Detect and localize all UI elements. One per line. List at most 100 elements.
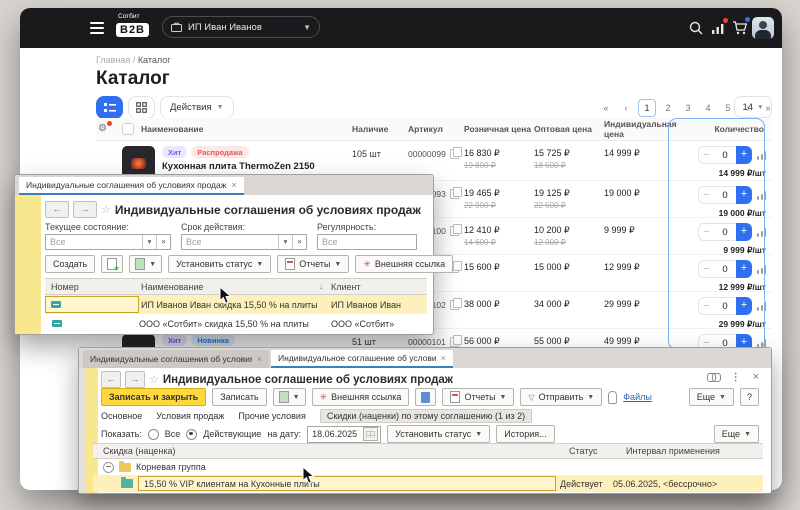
- quantity-value[interactable]: 0: [714, 223, 736, 241]
- col-individual[interactable]: Индивидуальная цена: [594, 119, 686, 139]
- select-all-checkbox[interactable]: [122, 123, 134, 135]
- cart-icon[interactable]: [732, 20, 748, 36]
- history-button[interactable]: История...: [496, 425, 554, 443]
- clear-icon[interactable]: ✕: [292, 235, 306, 249]
- page-prev[interactable]: ‹: [618, 100, 634, 116]
- agreement-name[interactable]: ИП Иванов Иван скидка 15,50 % на плиты: [139, 300, 331, 310]
- copy-icon[interactable]: [450, 149, 459, 159]
- create-group-button[interactable]: [101, 255, 123, 273]
- back-button[interactable]: ←: [45, 201, 69, 218]
- copy-icon[interactable]: [450, 189, 459, 199]
- create-button[interactable]: Создать: [45, 255, 95, 273]
- subtab-main[interactable]: Основное: [101, 411, 142, 421]
- close-icon[interactable]: ×: [257, 354, 262, 364]
- filter-current-state-input[interactable]: Все ▼✕: [45, 234, 171, 250]
- filter-validity-input[interactable]: Все ▼✕: [181, 234, 307, 250]
- quantity-value[interactable]: 0: [714, 186, 736, 204]
- col-qty[interactable]: Количество: [686, 124, 768, 134]
- tab-agreements-list[interactable]: Индивидуальные соглашения об условиях пр…: [83, 350, 269, 368]
- close-icon[interactable]: ×: [441, 353, 446, 363]
- help-button[interactable]: ?: [740, 388, 759, 406]
- sort-desc-icon[interactable]: ↓: [319, 282, 331, 291]
- subtab-other-conditions[interactable]: Прочие условия: [238, 411, 305, 421]
- close-icon[interactable]: ×: [231, 180, 236, 190]
- group-row[interactable]: Корневая группа: [93, 459, 763, 475]
- brand-logo[interactable]: Сотбит B2B: [116, 13, 149, 38]
- calendar-icon[interactable]: [363, 427, 378, 441]
- subtab-discounts[interactable]: Скидки (наценки) по этому соглашению (1 …: [320, 409, 532, 423]
- price-chart-icon[interactable]: [757, 228, 766, 237]
- quantity-stepper[interactable]: −0+: [698, 186, 752, 204]
- kebab-menu-icon[interactable]: ⋮: [731, 372, 741, 383]
- quantity-stepper[interactable]: −0+: [698, 297, 752, 315]
- copy-icon[interactable]: [450, 337, 459, 347]
- discount-name-cell-selected[interactable]: 15,50 % VIP клиентам на Кухонные плиты: [138, 476, 556, 491]
- radio-active[interactable]: [186, 429, 197, 440]
- page-4[interactable]: 4: [700, 100, 716, 116]
- col-discount[interactable]: Скидка (наценка): [93, 446, 569, 456]
- radio-all[interactable]: [148, 429, 159, 440]
- dropdown-icon[interactable]: ▼: [142, 235, 156, 249]
- tab-agreements-list[interactable]: Индивидуальные соглашения об условиях пр…: [19, 177, 244, 195]
- page-2[interactable]: 2: [660, 100, 676, 116]
- copy-icon[interactable]: [450, 226, 459, 236]
- minus-button[interactable]: −: [698, 146, 714, 164]
- copy-icon[interactable]: [450, 300, 459, 310]
- column-settings-button[interactable]: ⚙: [98, 123, 110, 135]
- plus-button[interactable]: +: [736, 146, 752, 164]
- list-view-button[interactable]: [96, 96, 123, 119]
- back-button[interactable]: ←: [101, 371, 121, 388]
- copy-item-button[interactable]: ▼: [129, 255, 162, 273]
- col-retail[interactable]: Розничная цена: [464, 124, 534, 134]
- save-button[interactable]: Записать: [212, 388, 266, 406]
- set-status-button[interactable]: Установить статус▼: [168, 255, 271, 273]
- favorite-star-icon[interactable]: ☆: [149, 373, 159, 386]
- page-3[interactable]: 3: [680, 100, 696, 116]
- quantity-stepper[interactable]: −0+: [698, 260, 752, 278]
- price-chart-icon[interactable]: [757, 265, 766, 274]
- user-avatar[interactable]: [752, 17, 774, 39]
- plus-button[interactable]: +: [736, 260, 752, 278]
- plus-button[interactable]: +: [736, 186, 752, 204]
- agreement-row-selected[interactable]: ИП Иванов Иван скидка 15,50 % на плиты И…: [45, 295, 427, 314]
- more-button[interactable]: Еще▼: [714, 425, 759, 443]
- forward-button[interactable]: →: [125, 371, 145, 388]
- send-button[interactable]: ▽Отправить▼: [520, 388, 602, 406]
- plus-button[interactable]: +: [736, 223, 752, 241]
- quantity-value[interactable]: 0: [714, 146, 736, 164]
- col-client[interactable]: Клиент: [331, 282, 361, 292]
- quantity-value[interactable]: 0: [714, 297, 736, 315]
- minus-button[interactable]: −: [698, 297, 714, 315]
- plus-button[interactable]: +: [736, 297, 752, 315]
- col-status[interactable]: Статус: [569, 446, 626, 456]
- favorite-star-icon[interactable]: ☆: [101, 203, 111, 216]
- dropdown-icon[interactable]: ▼: [278, 235, 292, 249]
- price-chart-icon[interactable]: [757, 191, 766, 200]
- col-number[interactable]: Номер: [45, 282, 141, 292]
- date-input[interactable]: 18.06.2025: [307, 426, 381, 443]
- create-based-button[interactable]: ▼: [273, 388, 306, 406]
- attach-button[interactable]: [415, 388, 436, 406]
- page-1[interactable]: 1: [638, 99, 656, 117]
- external-link-button[interactable]: ✳Внешняя ссылка: [312, 388, 410, 406]
- company-selector[interactable]: ИП Иван Иванов ▼: [162, 16, 320, 38]
- col-stock[interactable]: Наличие: [352, 124, 408, 134]
- paperclip-icon[interactable]: [608, 391, 617, 404]
- price-chart-icon[interactable]: [757, 302, 766, 311]
- quantity-stepper[interactable]: −0+: [698, 146, 752, 164]
- group-name[interactable]: Корневая группа: [136, 462, 206, 472]
- collapse-toggle-icon[interactable]: [103, 462, 114, 473]
- reports-button[interactable]: Отчеты▼: [277, 255, 349, 273]
- external-link-button[interactable]: ✳Внешняя ссылка: [355, 255, 453, 273]
- quantity-value[interactable]: 0: [714, 260, 736, 278]
- save-and-close-button[interactable]: Записать и закрыть: [101, 388, 206, 406]
- col-name[interactable]: Наименование: [141, 124, 203, 134]
- set-status-button[interactable]: Установить статус▼: [387, 425, 490, 443]
- page-first[interactable]: «: [598, 100, 614, 116]
- breadcrumb-home[interactable]: Главная: [96, 55, 130, 65]
- forward-button[interactable]: →: [73, 201, 97, 218]
- filter-regularity-input[interactable]: Все: [317, 234, 417, 250]
- page-size-select[interactable]: 14 ▼: [734, 96, 772, 118]
- actions-button[interactable]: Действия ▼: [160, 96, 234, 119]
- minus-button[interactable]: −: [698, 186, 714, 204]
